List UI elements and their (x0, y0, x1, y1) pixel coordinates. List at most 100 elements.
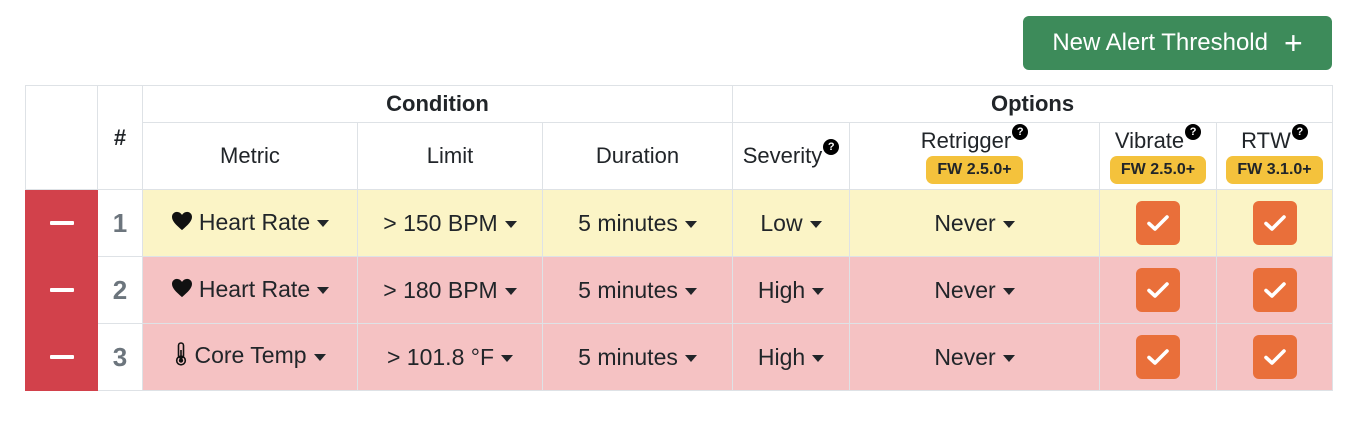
retrigger-value: Never (934, 276, 996, 303)
rtw-cell (1215, 323, 1334, 391)
duration-column-header: Duration (542, 122, 733, 190)
severity-dropdown[interactable]: High (732, 323, 850, 391)
severity-value: High (757, 343, 806, 370)
severity-help-icon[interactable]: ? (823, 139, 840, 155)
metric-value: Heart Rate (198, 208, 311, 235)
check-icon (1147, 281, 1169, 299)
limit-dropdown[interactable]: > 180 BPM (357, 256, 543, 324)
limit-value: > 150 BPM (383, 209, 498, 236)
minus-icon (49, 287, 74, 292)
duration-dropdown[interactable]: 5 minutes (542, 323, 733, 391)
thermometer-icon (174, 342, 188, 372)
retrigger-value: Never (934, 343, 996, 370)
rtw-fw-badge: FW 3.1.0+ (1226, 156, 1323, 184)
delete-row-button[interactable] (25, 256, 98, 324)
caret-down-icon (809, 220, 822, 228)
vibrate-checkbox[interactable] (1136, 268, 1180, 312)
metric-value: Heart Rate (198, 275, 311, 302)
metric-column-header: Metric (142, 122, 358, 190)
severity-dropdown[interactable]: High (732, 256, 850, 324)
vibrate-cell (1099, 189, 1217, 257)
duration-dropdown[interactable]: 5 minutes (542, 189, 733, 257)
limit-header-label: Limit (426, 143, 474, 168)
retrigger-dropdown[interactable]: Never (849, 256, 1100, 324)
retrigger-dropdown[interactable]: Never (849, 323, 1100, 391)
minus-icon (49, 354, 74, 359)
caret-down-icon (501, 354, 513, 362)
delete-row-button[interactable] (25, 189, 98, 257)
rtw-column-header: RTW? FW 3.1.0+ (1215, 122, 1334, 190)
new-alert-threshold-button[interactable]: New Alert Threshold + (1023, 16, 1332, 70)
metric-dropdown[interactable]: Heart Rate (142, 189, 358, 257)
retrigger-column-header: Retrigger? FW 2.5.0+ (849, 122, 1100, 190)
metric-header-label: Metric (220, 143, 280, 168)
caret-down-icon (684, 220, 697, 228)
metric-dropdown[interactable]: Heart Rate (142, 256, 358, 324)
limit-dropdown[interactable]: > 150 BPM (357, 189, 543, 257)
rtw-checkbox[interactable] (1252, 335, 1297, 379)
delete-row-button[interactable] (25, 323, 98, 391)
table-row: 3 Core Temp > 101.8 °F 5 minutes High Never (25, 323, 1334, 391)
limit-column-header: Limit (357, 122, 543, 190)
check-icon (1263, 214, 1286, 232)
vibrate-header-label: Vibrate (1114, 128, 1185, 153)
caret-down-icon (504, 287, 517, 295)
rtw-checkbox[interactable] (1252, 201, 1297, 245)
caret-down-icon (684, 354, 697, 362)
heart-icon (171, 210, 193, 237)
caret-down-icon (1002, 354, 1015, 362)
options-group-header: Options (731, 85, 1334, 123)
plus-icon: + (1283, 25, 1303, 61)
severity-value: High (757, 276, 806, 303)
caret-down-icon (812, 287, 825, 295)
table-row: 1 Heart Rate > 150 BPM 5 minutes Low Never (25, 189, 1334, 257)
rtw-cell (1215, 189, 1334, 257)
condition-group-header: Condition (142, 85, 733, 123)
check-icon (1147, 214, 1169, 232)
retrigger-header-label: Retrigger (920, 128, 1012, 153)
vibrate-fw-badge: FW 2.5.0+ (1109, 156, 1207, 184)
severity-value: Low (760, 209, 803, 236)
check-icon (1263, 281, 1286, 299)
alert-thresholds-table: # Condition Options Metric Limit Duratio… (25, 85, 1334, 391)
retrigger-fw-badge: FW 2.5.0+ (926, 156, 1023, 184)
severity-column-header: Severity? (732, 122, 850, 190)
retrigger-dropdown[interactable]: Never (849, 189, 1100, 257)
caret-down-icon (504, 220, 517, 228)
duration-value: 5 minutes (578, 209, 678, 236)
row-number: 2 (97, 256, 143, 324)
retrigger-help-icon[interactable]: ? (1012, 124, 1029, 140)
heart-icon (171, 277, 193, 304)
row-number: 1 (97, 189, 143, 257)
duration-dropdown[interactable]: 5 minutes (542, 256, 733, 324)
row-number: 3 (97, 323, 143, 391)
new-alert-threshold-label: New Alert Threshold (1052, 29, 1268, 56)
vibrate-checkbox[interactable] (1136, 201, 1180, 245)
vibrate-column-header: Vibrate? FW 2.5.0+ (1099, 122, 1217, 190)
rtw-checkbox[interactable] (1252, 268, 1297, 312)
rtw-help-icon[interactable]: ? (1291, 124, 1308, 140)
check-icon (1263, 348, 1286, 366)
vibrate-help-icon[interactable]: ? (1185, 124, 1202, 140)
vibrate-cell (1099, 323, 1217, 391)
caret-down-icon (1002, 287, 1015, 295)
rtw-cell (1215, 256, 1334, 324)
number-column-header: # (97, 85, 143, 190)
duration-header-label: Duration (595, 143, 680, 168)
minus-icon (49, 220, 74, 225)
metric-dropdown[interactable]: Core Temp (142, 323, 358, 391)
caret-down-icon (1002, 220, 1015, 228)
retrigger-value: Never (934, 209, 996, 236)
vibrate-cell (1099, 256, 1217, 324)
check-icon (1147, 348, 1169, 366)
vibrate-checkbox[interactable] (1136, 335, 1180, 379)
limit-value: > 180 BPM (383, 276, 498, 303)
limit-dropdown[interactable]: > 101.8 °F (357, 323, 543, 391)
caret-down-icon (684, 287, 697, 295)
caret-down-icon (812, 354, 825, 362)
caret-down-icon (317, 220, 330, 228)
duration-value: 5 minutes (578, 276, 678, 303)
severity-dropdown[interactable]: Low (732, 189, 850, 257)
rtw-header-label: RTW (1241, 128, 1291, 153)
delete-column-header (25, 85, 98, 190)
